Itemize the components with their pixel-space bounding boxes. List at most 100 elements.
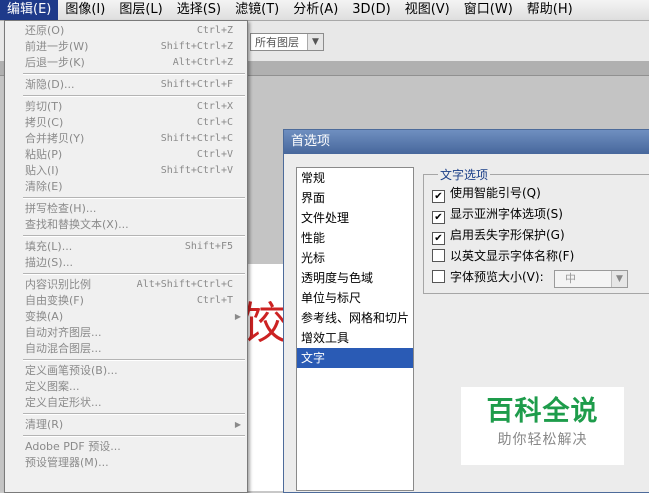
edit-menu-item[interactable]: 定义画笔预设(B)...: [5, 363, 247, 379]
option-label: 以英文显示字体名称(F): [450, 249, 575, 263]
edit-menu-item[interactable]: 合并拷贝(Y) Shift+Ctrl+C: [5, 131, 247, 147]
category-item[interactable]: 文件处理: [297, 208, 413, 228]
menu-item-label: 预设管理器(M)...: [25, 456, 109, 469]
preview-size-select[interactable]: 中 ▼: [554, 270, 628, 288]
edit-menu-item[interactable]: Adobe PDF 预设...: [5, 439, 247, 455]
menu-item-shortcut: Shift+Ctrl+Z: [160, 41, 233, 52]
menu-item-label: 填充(L)...: [25, 240, 73, 253]
category-item[interactable]: 单位与标尺: [297, 288, 413, 308]
group-title: 文字选项: [438, 166, 491, 183]
type-option[interactable]: ✔ 启用丢失字形保护(G): [432, 227, 565, 245]
menu-item-9[interactable]: 帮助(H): [520, 0, 580, 20]
menu-item-label: 自由变换(F): [25, 294, 84, 307]
preview-size-value: 中: [565, 272, 576, 285]
type-option[interactable]: 以英文显示字体名称(F): [432, 248, 574, 264]
menu-item-shortcut: Ctrl+T: [196, 295, 233, 306]
category-item[interactable]: 参考线、网格和切片: [297, 308, 413, 328]
type-option[interactable]: ✔ 显示亚洲字体选项(S): [432, 206, 563, 224]
menu-item-label: 后退一步(K): [25, 56, 85, 69]
edit-menu-item[interactable]: 后退一步(K) Alt+Ctrl+Z: [5, 55, 247, 71]
menu-item-4[interactable]: 滤镜(T): [228, 0, 286, 20]
edit-menu-item[interactable]: 变换(A) ▶: [5, 309, 247, 325]
edit-menu-item[interactable]: 拼写检查(H)...: [5, 201, 247, 217]
document-text: 饺: [242, 298, 286, 349]
edit-menu-item[interactable]: 查找和替换文本(X)...: [5, 217, 247, 233]
menu-separator: [23, 197, 245, 199]
submenu-arrow-icon: ▶: [234, 312, 241, 321]
edit-menu-item[interactable]: 贴入(I) Shift+Ctrl+V: [5, 163, 247, 179]
menu-item-3[interactable]: 选择(S): [170, 0, 228, 20]
menu-item-label: 拼写检查(H)...: [25, 202, 97, 215]
menu-item-shortcut: Shift+F5: [184, 241, 233, 252]
watermark-logo: 百科全说 助你轻松解决: [461, 387, 624, 465]
menu-item-label: 描边(S)...: [25, 256, 74, 269]
edit-menu-item[interactable]: 清理(R) ▶: [5, 417, 247, 433]
menu-item-shortcut: Shift+Ctrl+V: [160, 165, 233, 176]
checkbox-empty-icon[interactable]: [432, 270, 445, 283]
menu-item-label: 粘贴(P): [25, 148, 63, 161]
category-item[interactable]: 文字: [297, 348, 413, 368]
menu-separator: [23, 273, 245, 275]
menu-item-1[interactable]: 图像(I): [58, 0, 112, 20]
edit-menu-item[interactable]: 定义自定形状...: [5, 395, 247, 411]
option-label: 字体预览大小(V):: [450, 270, 544, 284]
edit-menu-item[interactable]: 粘贴(P) Ctrl+V: [5, 147, 247, 163]
edit-menu-item[interactable]: 填充(L)... Shift+F5: [5, 239, 247, 255]
option-label: 使用智能引号(Q): [450, 186, 541, 200]
edit-menu-item[interactable]: 描边(S)...: [5, 255, 247, 271]
menu-item-shortcut: Shift+Ctrl+C: [160, 133, 233, 144]
menu-item-shortcut: Ctrl+X: [196, 101, 233, 112]
menu-item-shortcut: Shift+Ctrl+F: [160, 79, 233, 90]
menu-item-label: 自动对齐图层...: [25, 326, 102, 339]
category-item[interactable]: 性能: [297, 228, 413, 248]
edit-menu-item[interactable]: 定义图案...: [5, 379, 247, 395]
menu-item-label: 自动混合图层...: [25, 342, 102, 355]
menu-item-label: 剪切(T): [25, 100, 63, 113]
layer-sample-select[interactable]: 所有图层 ▼: [250, 33, 324, 51]
option-label: 启用丢失字形保护(G): [450, 228, 565, 242]
menu-item-2[interactable]: 图层(L): [112, 0, 169, 20]
menu-item-shortcut: Alt+Shift+Ctrl+C: [136, 279, 233, 290]
submenu-arrow-icon: ▶: [234, 420, 241, 429]
menu-item-label: 合并拷贝(Y): [25, 132, 85, 145]
edit-menu-item[interactable]: 自动混合图层...: [5, 341, 247, 357]
menu-separator: [23, 435, 245, 437]
menu-separator: [23, 95, 245, 97]
layer-sample-value: 所有图层: [255, 36, 299, 49]
edit-menu-item[interactable]: 渐隐(D)... Shift+Ctrl+F: [5, 77, 247, 93]
type-option[interactable]: 字体预览大小(V): 中 ▼: [432, 269, 628, 288]
checkbox-checked-icon[interactable]: ✔: [432, 211, 445, 224]
category-item[interactable]: 光标: [297, 248, 413, 268]
category-item[interactable]: 界面: [297, 188, 413, 208]
menu-separator: [23, 235, 245, 237]
menu-item-6[interactable]: 3D(D): [345, 0, 397, 20]
category-item[interactable]: 增效工具: [297, 328, 413, 348]
edit-menu-item[interactable]: 拷贝(C) Ctrl+C: [5, 115, 247, 131]
menu-item-label: 清理(R): [25, 418, 64, 431]
category-item[interactable]: 透明度与色域: [297, 268, 413, 288]
menu-separator: [23, 73, 245, 75]
menu-item-shortcut: Ctrl+V: [196, 149, 233, 160]
chevron-down-icon: ▼: [611, 271, 627, 287]
type-option[interactable]: ✔ 使用智能引号(Q): [432, 185, 541, 203]
menu-item-label: 查找和替换文本(X)...: [25, 218, 129, 231]
edit-menu-item[interactable]: 前进一步(W) Shift+Ctrl+Z: [5, 39, 247, 55]
menu-separator: [23, 359, 245, 361]
edit-menu-item[interactable]: 剪切(T) Ctrl+X: [5, 99, 247, 115]
menu-item-0[interactable]: 编辑(E): [0, 0, 59, 20]
category-item[interactable]: 常规: [297, 168, 413, 188]
checkbox-checked-icon[interactable]: ✔: [432, 232, 445, 245]
edit-menu-item[interactable]: 内容识别比例 Alt+Shift+Ctrl+C: [5, 277, 247, 293]
edit-menu-item[interactable]: 清除(E): [5, 179, 247, 195]
checkbox-checked-icon[interactable]: ✔: [432, 190, 445, 203]
menu-item-7[interactable]: 视图(V): [398, 0, 457, 20]
edit-menu-item[interactable]: 自由变换(F) Ctrl+T: [5, 293, 247, 309]
menu-item-label: 变换(A): [25, 310, 64, 323]
edit-menu-item[interactable]: 预设管理器(M)...: [5, 455, 247, 471]
menu-item-label: Adobe PDF 预设...: [25, 440, 121, 453]
edit-menu-item[interactable]: 还原(O) Ctrl+Z: [5, 23, 247, 39]
menu-item-8[interactable]: 窗口(W): [457, 0, 520, 20]
edit-menu-item[interactable]: 自动对齐图层...: [5, 325, 247, 341]
menu-item-5[interactable]: 分析(A): [286, 0, 345, 20]
checkbox-empty-icon[interactable]: [432, 249, 445, 262]
